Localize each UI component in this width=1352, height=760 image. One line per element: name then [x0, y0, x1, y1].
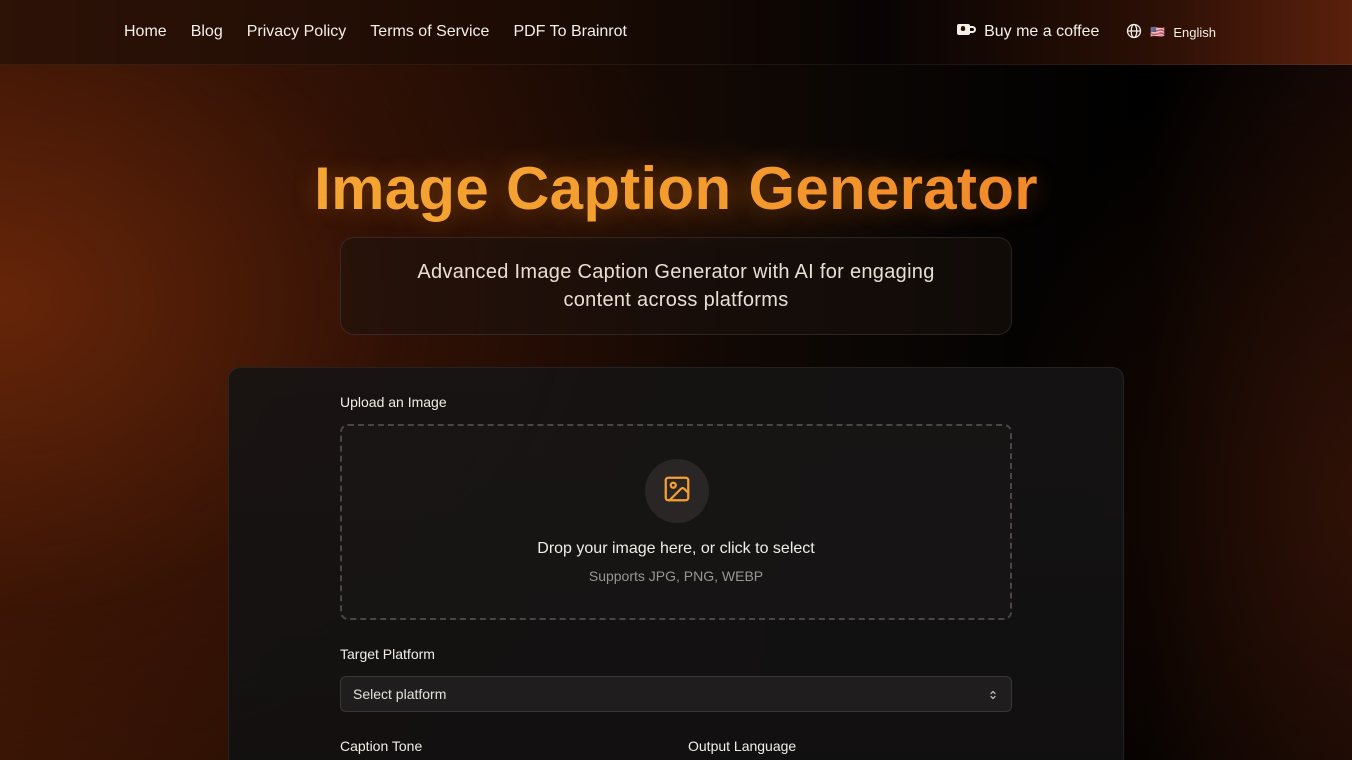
globe-icon [1126, 23, 1142, 42]
buy-me-a-coffee-button[interactable]: Buy me a coffee [956, 22, 1099, 43]
dropzone-supported-formats: Supports JPG, PNG, WEBP [588, 568, 764, 584]
us-flag-icon: 🇺🇸 [1150, 25, 1166, 39]
image-dropzone[interactable]: Drop your image here, or click to select… [340, 424, 1012, 620]
target-platform-label: Target Platform [340, 646, 435, 662]
language-selector[interactable]: 🇺🇸 English [1126, 23, 1216, 42]
nav-home-link[interactable]: Home [124, 23, 167, 41]
buy-me-a-coffee-label: Buy me a coffee [984, 23, 1100, 40]
nav-pdf-to-brainrot-link[interactable]: PDF To Brainrot [513, 23, 627, 41]
language-label: English [1173, 24, 1216, 40]
target-platform-select[interactable]: Select platform [340, 676, 1012, 712]
nav-privacy-policy-link[interactable]: Privacy Policy [247, 23, 347, 41]
nav-blog-link[interactable]: Blog [191, 23, 223, 41]
header-actions: Buy me a coffee 🇺🇸 English [956, 0, 1216, 64]
nav-terms-of-service-link[interactable]: Terms of Service [370, 23, 489, 41]
page-subtitle: Advanced Image Caption Generator with AI… [417, 261, 935, 311]
coffee-cup-icon [956, 22, 977, 43]
main-nav: Home Blog Privacy Policy Terms of Servic… [124, 0, 627, 64]
caption-tone-label: Caption Tone [340, 738, 423, 754]
subtitle-box: Advanced Image Caption Generator with AI… [340, 237, 1012, 335]
chevron-up-down-icon [987, 688, 999, 700]
target-platform-value: Select platform [353, 686, 447, 702]
page-title: Image Caption Generator [0, 154, 1352, 223]
top-navigation-bar: Home Blog Privacy Policy Terms of Servic… [0, 0, 1352, 65]
upload-image-label: Upload an Image [340, 394, 447, 410]
dropzone-instruction: Drop your image here, or click to select [537, 540, 815, 557]
image-icon [662, 474, 692, 509]
upload-icon-circle [645, 459, 709, 523]
output-language-label: Output Language [688, 738, 797, 754]
